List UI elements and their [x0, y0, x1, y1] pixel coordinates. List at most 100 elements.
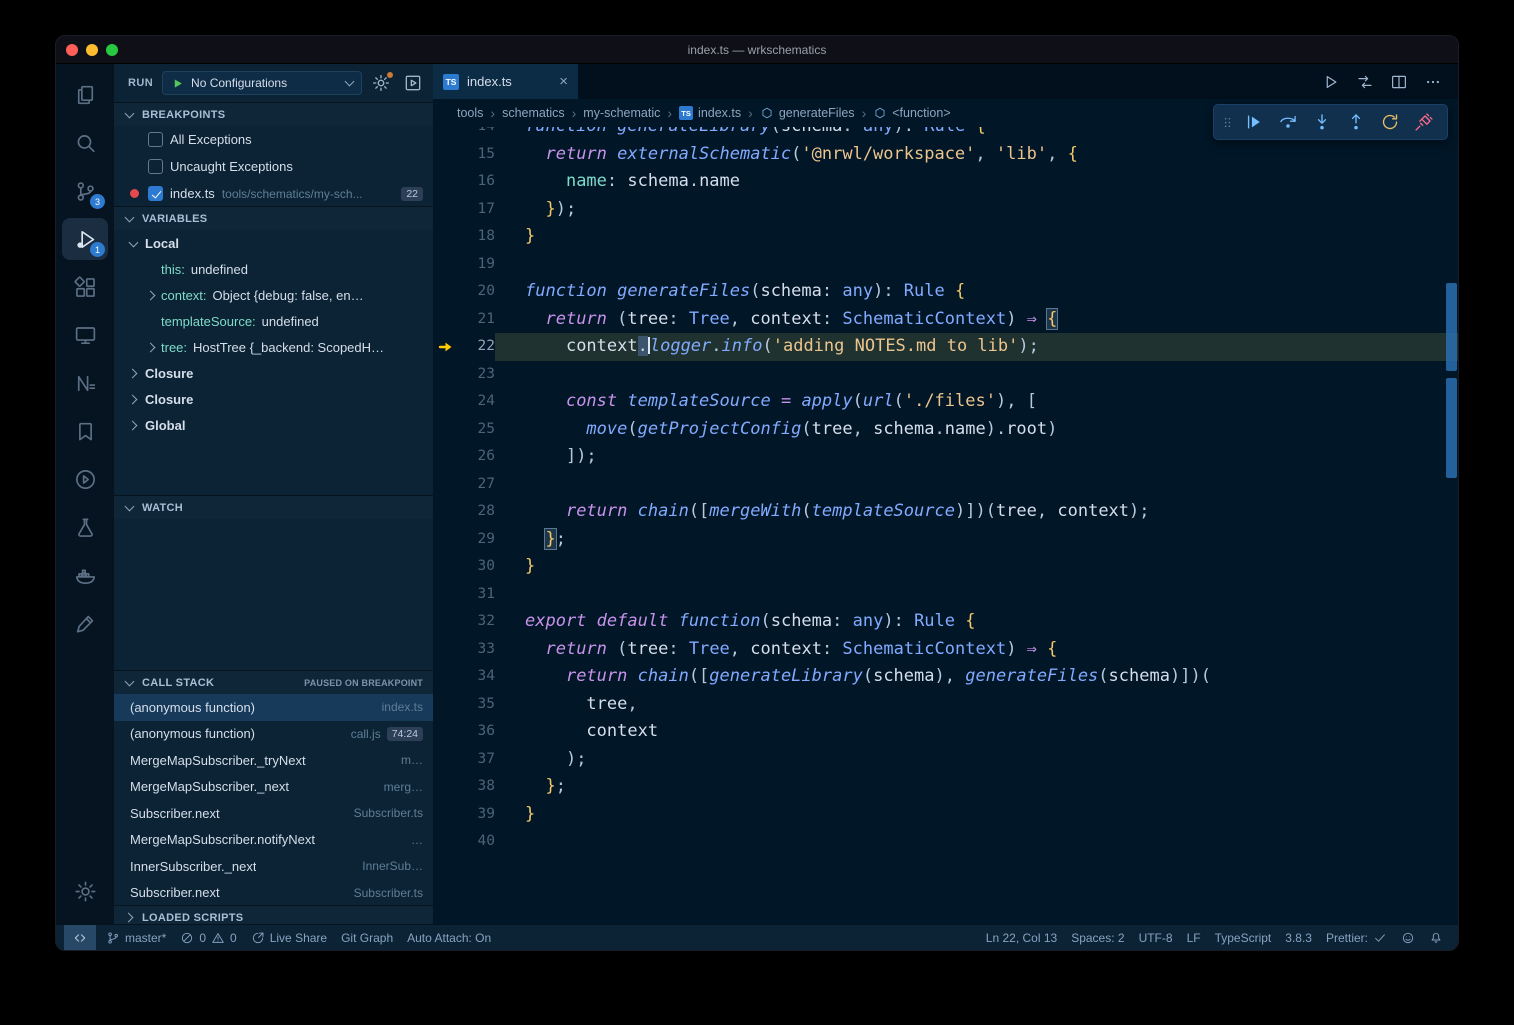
- line-number[interactable]: 20: [459, 278, 495, 306]
- activity-item-settings-gear[interactable]: [62, 870, 108, 912]
- variables-scope-global[interactable]: Global: [114, 412, 433, 438]
- code-line-34[interactable]: 34 return chain([generateLibrary(schema)…: [433, 663, 1458, 691]
- gutter-glyph-margin[interactable]: [433, 306, 459, 334]
- disconnect-icon[interactable]: [1408, 107, 1439, 137]
- line-number[interactable]: 36: [459, 718, 495, 746]
- activity-item-extensions[interactable]: [62, 266, 108, 308]
- checkbox[interactable]: [148, 186, 163, 201]
- gutter-glyph-margin[interactable]: [433, 608, 459, 636]
- gutter-glyph-margin[interactable]: [433, 443, 459, 471]
- code-line-18[interactable]: 18}: [433, 223, 1458, 251]
- step-into-icon[interactable]: [1306, 107, 1337, 137]
- variable-item[interactable]: this:undefined: [114, 256, 433, 282]
- gutter-glyph-margin[interactable]: [433, 553, 459, 581]
- line-number[interactable]: 27: [459, 471, 495, 499]
- status-notifications[interactable]: [1422, 925, 1450, 950]
- step-out-icon[interactable]: [1340, 107, 1371, 137]
- line-number[interactable]: 31: [459, 581, 495, 609]
- code-line-38[interactable]: 38 };: [433, 773, 1458, 801]
- code-line-29[interactable]: 29 };: [433, 526, 1458, 554]
- breadcrumb--function-[interactable]: <function>: [873, 106, 950, 120]
- split-editor-icon[interactable]: [1390, 73, 1408, 91]
- gutter-glyph-margin[interactable]: [433, 746, 459, 774]
- variable-item[interactable]: tree:HostTree {_backend: ScopedH…: [114, 334, 433, 360]
- breadcrumb-generatefiles[interactable]: generateFiles: [760, 106, 855, 120]
- line-number[interactable]: 19: [459, 251, 495, 279]
- line-number[interactable]: 33: [459, 636, 495, 664]
- gutter-glyph-margin[interactable]: [433, 471, 459, 499]
- line-number[interactable]: 21: [459, 306, 495, 334]
- gutter-glyph-margin[interactable]: [433, 581, 459, 609]
- activity-item-live-share[interactable]: [62, 458, 108, 500]
- call-stack-frame[interactable]: Subscriber.nextSubscriber.ts: [114, 800, 433, 827]
- breadcrumb-index-ts[interactable]: TSindex.ts: [679, 106, 741, 120]
- code-line-30[interactable]: 30}: [433, 553, 1458, 581]
- code-line-22[interactable]: 22 context.logger.info('adding NOTES.md …: [433, 333, 1458, 361]
- code-line-35[interactable]: 35 tree,: [433, 691, 1458, 719]
- code-line-26[interactable]: 26 ]);: [433, 443, 1458, 471]
- status-eol[interactable]: LF: [1180, 925, 1208, 950]
- gutter-glyph-margin[interactable]: [433, 526, 459, 554]
- zoom-window-button[interactable]: [106, 44, 118, 56]
- more-actions-icon[interactable]: [1424, 73, 1442, 91]
- line-number[interactable]: 37: [459, 746, 495, 774]
- watch-header[interactable]: WATCH: [114, 496, 433, 519]
- code-line-19[interactable]: 19: [433, 251, 1458, 279]
- breakpoints-header[interactable]: BREAKPOINTS: [114, 103, 433, 126]
- status-git-branch[interactable]: master*: [99, 925, 173, 950]
- status-remote-indicator[interactable]: [64, 925, 96, 950]
- line-number[interactable]: 29: [459, 526, 495, 554]
- activity-item-search[interactable]: [62, 122, 108, 164]
- code-line-28[interactable]: 28 return chain([mergeWith(templateSourc…: [433, 498, 1458, 526]
- gutter-glyph-margin[interactable]: [433, 636, 459, 664]
- line-number[interactable]: 22: [459, 333, 495, 361]
- code-line-16[interactable]: 16 name: schema.name: [433, 168, 1458, 196]
- activity-item-source-control[interactable]: 3: [62, 170, 108, 212]
- debug-config-dropdown[interactable]: No Configurations: [162, 71, 362, 95]
- code-line-27[interactable]: 27: [433, 471, 1458, 499]
- code-line-24[interactable]: 24 const templateSource = apply(url('./f…: [433, 388, 1458, 416]
- status-problems[interactable]: 00: [173, 925, 243, 950]
- open-changes-icon[interactable]: [1356, 73, 1374, 91]
- gutter-glyph-margin[interactable]: [433, 196, 459, 224]
- code-line-21[interactable]: 21 return (tree: Tree, context: Schemati…: [433, 306, 1458, 334]
- variables-scope-closure[interactable]: Closure: [114, 386, 433, 412]
- line-number[interactable]: 16: [459, 168, 495, 196]
- checkbox[interactable]: [148, 159, 163, 174]
- code-line-23[interactable]: 23: [433, 361, 1458, 389]
- start-debugging-icon[interactable]: [171, 77, 184, 90]
- gutter-glyph-margin[interactable]: [433, 388, 459, 416]
- close-window-button[interactable]: [66, 44, 78, 56]
- gutter-glyph-margin[interactable]: [433, 498, 459, 526]
- gutter-glyph-margin[interactable]: [433, 691, 459, 719]
- minimize-window-button[interactable]: [86, 44, 98, 56]
- gutter-glyph-margin[interactable]: [433, 278, 459, 306]
- status-cursor-position[interactable]: Ln 22, Col 13: [979, 925, 1064, 950]
- status-git-graph[interactable]: Git Graph: [334, 925, 400, 950]
- gutter-glyph-margin[interactable]: [433, 127, 459, 141]
- line-number[interactable]: 14: [459, 127, 495, 141]
- call-stack-frame[interactable]: MergeMapSubscriber._nextmerg…: [114, 774, 433, 801]
- line-number[interactable]: 40: [459, 828, 495, 856]
- gutter-glyph-margin[interactable]: [433, 773, 459, 801]
- code-editor[interactable]: 14function generateLibrary(schema: any):…: [433, 127, 1458, 924]
- gutter-glyph-margin[interactable]: [433, 223, 459, 251]
- status-language-mode[interactable]: TypeScript: [1208, 925, 1279, 950]
- call-stack-frame[interactable]: Subscriber.nextSubscriber.ts: [114, 880, 433, 907]
- line-number[interactable]: 17: [459, 196, 495, 224]
- drag-grip-handle[interactable]: [1219, 107, 1235, 137]
- gutter-glyph-margin[interactable]: [433, 141, 459, 169]
- line-number[interactable]: 25: [459, 416, 495, 444]
- gutter-glyph-margin[interactable]: [433, 718, 459, 746]
- code-line-33[interactable]: 33 return (tree: Tree, context: Schemati…: [433, 636, 1458, 664]
- breadcrumb-schematics[interactable]: schematics: [502, 106, 565, 120]
- run-icon[interactable]: [1322, 73, 1340, 91]
- breadcrumb-tools[interactable]: tools: [457, 106, 483, 120]
- code-line-37[interactable]: 37 );: [433, 746, 1458, 774]
- activity-item-bookmarks[interactable]: [62, 410, 108, 452]
- code-line-15[interactable]: 15 return externalSchematic('@nrwl/works…: [433, 141, 1458, 169]
- call-stack-frame[interactable]: InnerSubscriber._nextInnerSub…: [114, 853, 433, 880]
- variable-item[interactable]: templateSource:undefined: [114, 308, 433, 334]
- activity-item-explorer[interactable]: [62, 74, 108, 116]
- close-tab-icon[interactable]: ×: [559, 74, 568, 89]
